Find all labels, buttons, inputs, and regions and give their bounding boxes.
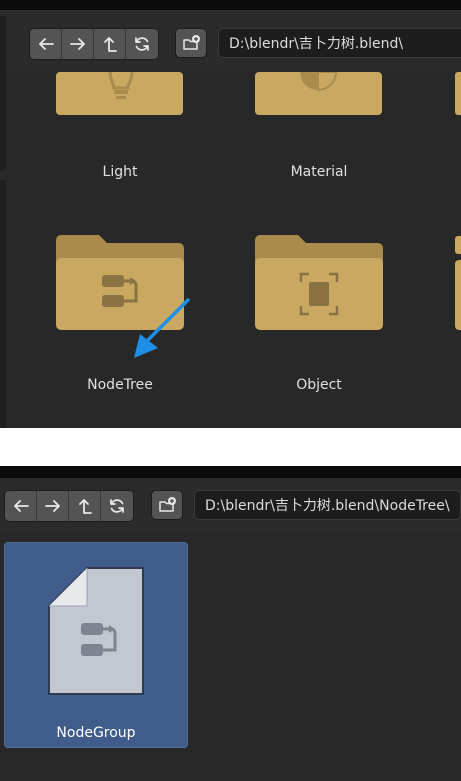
back-button[interactable] <box>5 491 37 521</box>
file-browser-top: D:\blendr\吉卜力树.blend\ Light Material Nod… <box>0 0 461 428</box>
file-browser-header: D:\blendr\吉卜力树.blend\ <box>0 10 461 72</box>
arrow-left-icon <box>38 38 54 50</box>
file-item-material[interactable]: Material <box>229 72 409 192</box>
new-folder-icon <box>183 35 200 50</box>
new-folder-button[interactable] <box>151 490 183 520</box>
node-group-file-icon <box>48 567 144 695</box>
file-item-nodegroup[interactable]: NodeGroup <box>4 542 188 748</box>
file-browser-bottom: D:\blendr\吉卜力树.blend\NodeTree\ NodeGroup <box>0 466 461 781</box>
forward-button[interactable] <box>62 29 94 59</box>
refresh-button[interactable] <box>126 29 158 59</box>
folder-icon <box>255 235 383 330</box>
parent-directory-button[interactable] <box>69 491 101 521</box>
folder-partial <box>455 72 461 115</box>
left-scroll-edge <box>0 72 6 170</box>
arrow-left-icon <box>13 500 29 512</box>
file-item-label: Object <box>296 377 342 393</box>
annotation-arrow-icon <box>134 298 190 358</box>
file-item-label: NodeGroup <box>56 725 136 741</box>
file-item-label: Material <box>290 164 348 180</box>
separator-gap <box>0 428 461 466</box>
refresh-icon <box>110 499 124 513</box>
file-item-light[interactable]: Light <box>30 72 210 192</box>
material-sphere-icon <box>255 72 382 115</box>
window-top-bar <box>0 0 461 10</box>
file-browser-header: D:\blendr\吉卜力树.blend\NodeTree\ <box>0 478 461 534</box>
file-item-label: Light <box>102 164 138 180</box>
parent-directory-button[interactable] <box>94 29 126 59</box>
arrow-right-icon <box>69 38 85 50</box>
refresh-icon <box>135 37 149 51</box>
navigation-buttons <box>29 28 159 60</box>
folder-partial <box>455 236 461 330</box>
left-scroll-edge <box>0 180 6 428</box>
parent-directory-icon <box>103 37 117 52</box>
directory-path-field[interactable]: D:\blendr\吉卜力树.blend\ <box>218 28 461 58</box>
new-folder-icon <box>159 497 176 512</box>
file-item-object[interactable]: Object <box>229 230 409 400</box>
left-edge <box>0 16 6 72</box>
navigation-buttons <box>4 490 134 522</box>
lightbulb-icon <box>56 72 183 115</box>
refresh-button[interactable] <box>101 491 133 521</box>
parent-directory-icon <box>78 499 92 514</box>
back-button[interactable] <box>30 29 62 59</box>
file-item-label: NodeTree <box>87 377 153 393</box>
arrow-right-icon <box>44 500 60 512</box>
new-folder-button[interactable] <box>175 28 207 58</box>
forward-button[interactable] <box>37 491 69 521</box>
directory-path-field[interactable]: D:\blendr\吉卜力树.blend\NodeTree\ <box>194 490 461 520</box>
window-top-bar <box>0 466 461 478</box>
